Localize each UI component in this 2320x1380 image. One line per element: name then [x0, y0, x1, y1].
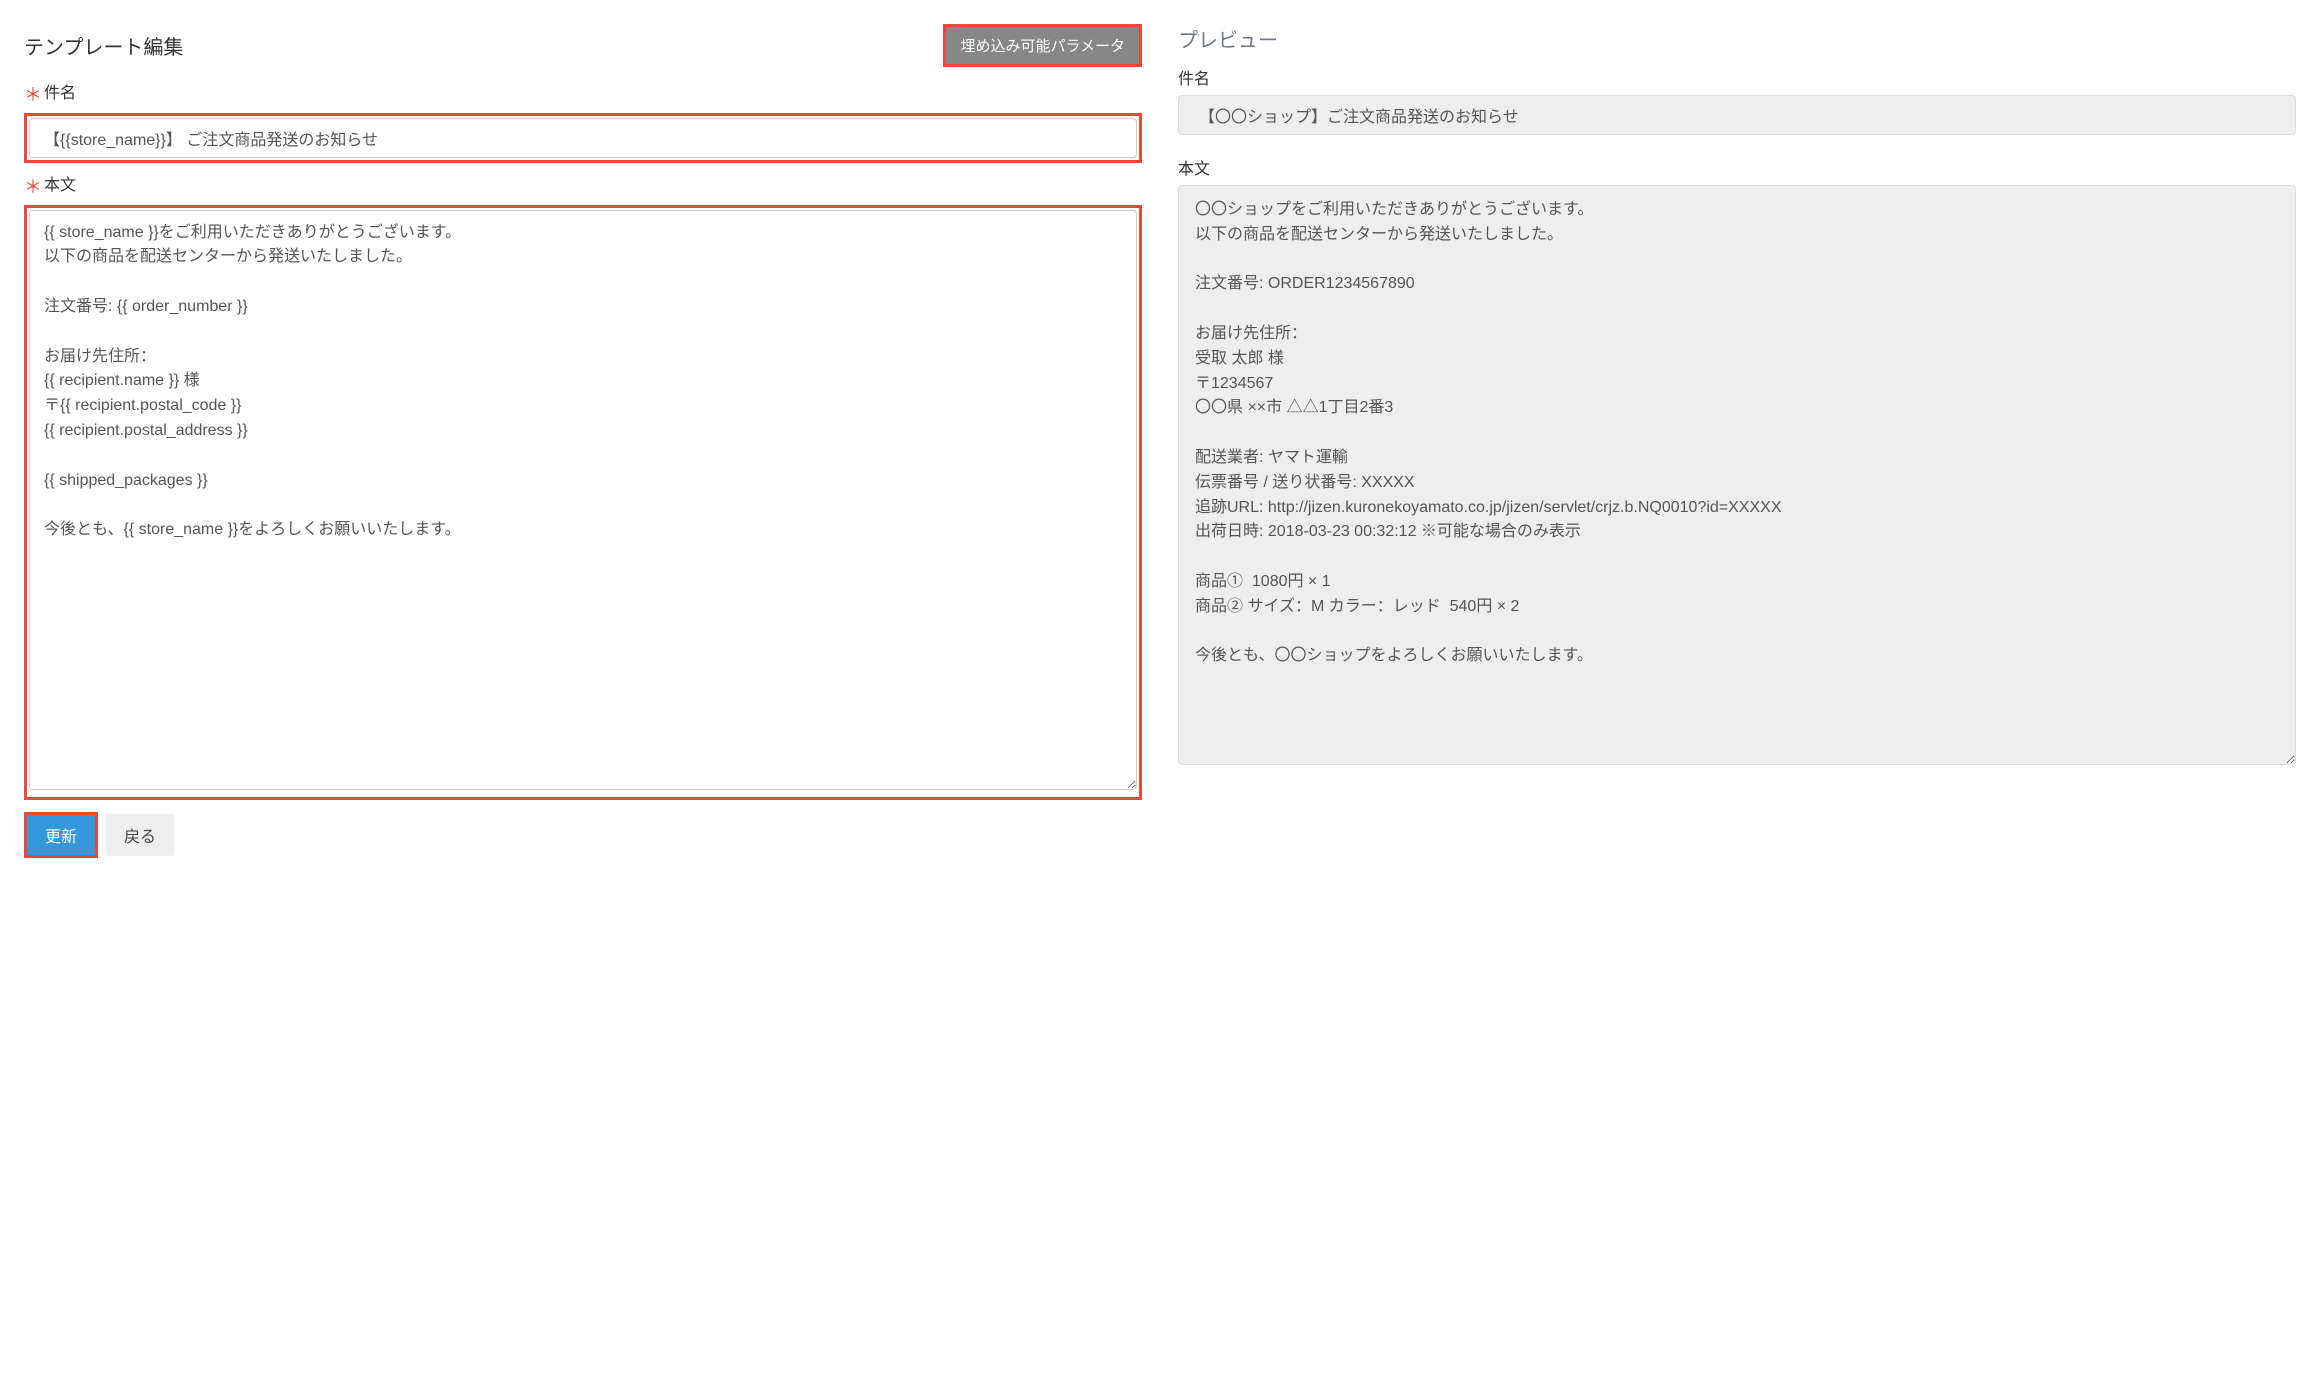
preview-column: プレビュー 件名 本文 [1178, 24, 2296, 858]
preview-body-label: 本文 [1178, 155, 2296, 179]
subject-input[interactable] [29, 118, 1137, 158]
preview-subject-field [1178, 95, 2296, 135]
subject-label: ＊件名 [24, 79, 1142, 107]
editor-column: テンプレート編集 埋め込み可能パラメータ ＊件名 ＊本文 更新 戻る [24, 24, 1142, 858]
body-label: ＊本文 [24, 171, 1142, 199]
body-textarea-highlight [24, 205, 1142, 800]
bottom-button-row: 更新 戻る [24, 812, 1142, 858]
preview-subject-label: 件名 [1178, 65, 2296, 89]
preview-title: プレビュー [1178, 24, 2296, 53]
param-button-highlight: 埋め込み可能パラメータ [943, 24, 1142, 67]
editor-title: テンプレート編集 [24, 31, 183, 60]
required-mark-icon: ＊ [24, 177, 42, 197]
required-mark-icon: ＊ [24, 85, 42, 105]
main-container: テンプレート編集 埋め込み可能パラメータ ＊件名 ＊本文 更新 戻る プレビュー… [24, 24, 2296, 858]
update-button[interactable]: 更新 [27, 815, 95, 855]
body-label-text: 本文 [44, 177, 76, 194]
back-button[interactable]: 戻る [106, 814, 174, 856]
subject-label-text: 件名 [44, 85, 76, 102]
embeddable-params-button[interactable]: 埋め込み可能パラメータ [946, 27, 1139, 64]
update-button-highlight: 更新 [24, 812, 98, 858]
body-textarea[interactable] [29, 210, 1137, 790]
subject-input-highlight [24, 113, 1142, 163]
preview-body-field [1178, 185, 2296, 765]
editor-header: テンプレート編集 埋め込み可能パラメータ [24, 24, 1142, 67]
